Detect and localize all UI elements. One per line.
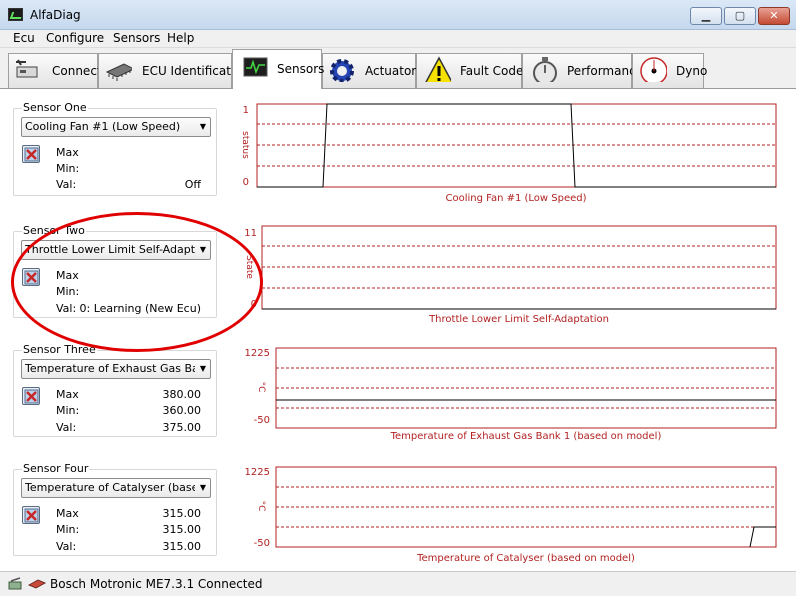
chevron-down-icon: ▼ — [199, 122, 206, 131]
minimize-button[interactable]: ▁ — [690, 7, 722, 25]
y-max-label: 11 — [244, 228, 257, 239]
close-icon: ✕ — [769, 9, 779, 22]
status-text: Bosch Motronic ME7.3.1 Connected — [50, 577, 263, 591]
sensor-one-val: Off — [184, 178, 201, 191]
status-bar: Bosch Motronic ME7.3.1 Connected — [0, 571, 796, 596]
y-max-label: 1225 — [245, 348, 270, 359]
sensor-three-max: 380.00 — [162, 388, 202, 401]
tab-actuators[interactable]: Actuators — [322, 53, 423, 88]
sensor-one-remove-button[interactable] — [22, 145, 40, 163]
y-axis-label: °C — [256, 501, 266, 512]
menu-help[interactable]: Help — [165, 31, 196, 45]
sensor-four-val: 315.00 — [162, 540, 202, 553]
remove-sensor-icon — [24, 508, 39, 523]
sensor-four-min: 315.00 — [162, 523, 202, 536]
remove-sensor-icon — [24, 389, 39, 404]
tab-performance[interactable]: Performance — [522, 53, 643, 88]
sensor-one-legend: Sensor One — [22, 101, 88, 114]
minimize-icon: ▁ — [701, 9, 711, 22]
chart-exhaust-gas-temp: 1225 -50 °C Temperature of Exhaust Gas B… — [245, 347, 777, 442]
sensor-four-remove-button[interactable] — [22, 506, 40, 524]
sensor-three-remove-button[interactable] — [22, 387, 40, 405]
y-min-label: -50 — [254, 415, 270, 426]
chart-caption: Cooling Fan #1 (Low Speed) — [445, 193, 586, 204]
sensor-three-val: 375.00 — [162, 421, 202, 434]
sensor-two-legend: Sensor Two — [22, 224, 86, 237]
chart-caption: Temperature of Exhaust Gas Bank 1 (based… — [390, 431, 662, 442]
chart-throttle-adaptation: 11 0 State Throttle Lower Limit Self-Ada… — [244, 225, 777, 325]
sensor-three-panel: Sensor Three Temperature of Exhaust Gas … — [13, 343, 217, 437]
y-min-label: 0 — [243, 177, 249, 188]
oscilloscope-icon — [243, 57, 268, 77]
chevron-down-icon: ▼ — [199, 245, 206, 254]
maximize-icon: ▢ — [734, 9, 746, 22]
y-axis-label: °C — [256, 382, 266, 393]
sensor-two-select[interactable]: Throttle Lower Limit Self-Adaptation ▼ — [21, 240, 211, 260]
y-min-label: 0 — [251, 299, 257, 310]
sensors-tab-content: Sensor One Cooling Fan #1 (Low Speed) ▼ … — [0, 89, 796, 571]
menu-configure[interactable]: Configure — [44, 31, 106, 45]
title-bar: AlfaDiag ▁ ▢ ✕ — [0, 0, 796, 30]
remove-sensor-icon — [24, 147, 39, 162]
tab-connect[interactable]: Connect — [8, 53, 102, 88]
y-min-label: -50 — [254, 538, 270, 549]
sensor-two-val: 0: Learning (New Ecu) — [79, 302, 202, 315]
menu-ecu[interactable]: Ecu — [11, 31, 37, 45]
sensor-three-min: 360.00 — [162, 404, 202, 417]
network-status-icon — [8, 577, 22, 590]
y-max-label: 1225 — [245, 467, 270, 478]
y-axis-label: State — [244, 255, 254, 279]
remove-sensor-icon — [24, 270, 39, 285]
window-title: AlfaDiag — [30, 8, 81, 22]
chevron-down-icon: ▼ — [199, 483, 206, 492]
ecu-connected-icon — [28, 579, 46, 589]
chevron-down-icon: ▼ — [199, 364, 206, 373]
sensor-three-legend: Sensor Three — [22, 343, 97, 356]
maximize-button[interactable]: ▢ — [724, 7, 756, 25]
sensor-two-panel: Sensor Two Throttle Lower Limit Self-Ada… — [13, 224, 217, 318]
sensor-four-legend: Sensor Four — [22, 462, 90, 475]
ecu-chip-icon — [105, 63, 132, 81]
tab-bar: Connect ECU Identification Sensors Actua… — [0, 48, 796, 89]
chart-caption: Temperature of Catalyser (based on model… — [416, 553, 635, 564]
sensor-three-select[interactable]: Temperature of Exhaust Gas Bank 1 (based… — [21, 359, 211, 379]
chart-cooling-fan: 1 0 status Cooling Fan #1 (Low Speed) — [240, 103, 777, 204]
chart-caption: Throttle Lower Limit Self-Adaptation — [428, 314, 609, 325]
gear-icon — [330, 59, 354, 82]
y-axis-label: status — [240, 131, 250, 159]
sensor-one-select[interactable]: Cooling Fan #1 (Low Speed) ▼ — [21, 117, 211, 137]
y-max-label: 1 — [243, 105, 249, 116]
chart-catalyser-temp: 1225 -50 °C Temperature of Catalyser (ba… — [245, 466, 777, 564]
menu-bar: Ecu Configure Sensors Help — [0, 30, 796, 48]
warning-icon — [425, 56, 451, 82]
tab-sensors[interactable]: Sensors — [232, 49, 324, 89]
sensor-four-select[interactable]: Temperature of Catalyser (based on model… — [21, 478, 211, 498]
sensor-four-max: 315.00 — [162, 507, 202, 520]
connect-icon — [16, 59, 38, 78]
dyno-dial-icon — [640, 57, 667, 82]
sensor-two-remove-button[interactable] — [22, 268, 40, 286]
tab-dyno[interactable]: Dyno — [632, 53, 707, 88]
app-icon — [8, 8, 23, 21]
close-button[interactable]: ✕ — [758, 7, 790, 25]
sensor-one-panel: Sensor One Cooling Fan #1 (Low Speed) ▼ … — [13, 101, 217, 196]
tab-ecu-identification[interactable]: ECU Identification — [98, 53, 249, 88]
tab-fault-codes[interactable]: Fault Codes — [416, 53, 530, 88]
sensor-four-panel: Sensor Four Temperature of Catalyser (ba… — [13, 462, 217, 556]
stopwatch-icon — [533, 57, 557, 82]
menu-sensors[interactable]: Sensors — [111, 31, 162, 45]
